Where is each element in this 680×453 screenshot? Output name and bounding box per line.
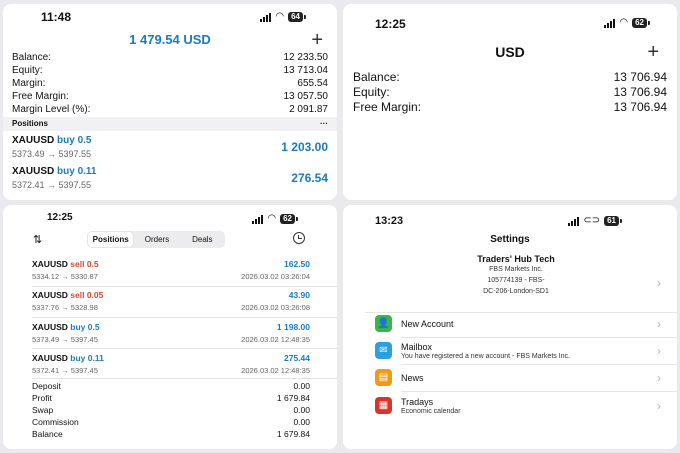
page-title: Settings bbox=[490, 234, 530, 245]
menu-item-mailbox[interactable]: ✉ Mailbox You have registered a new acco… bbox=[375, 339, 677, 363]
account-card[interactable]: Traders' Hub Tech FBS Markets Inc. 10577… bbox=[365, 254, 667, 312]
divider bbox=[401, 364, 677, 365]
link-icon: ⊂⊃ bbox=[583, 215, 601, 226]
divider bbox=[32, 378, 337, 379]
status-bar: 12:25 ◠ 62 bbox=[343, 4, 677, 31]
server-name: DC-206-London-SD1 bbox=[483, 288, 549, 295]
chevron-right-icon: › bbox=[657, 371, 661, 385]
add-icon[interactable]: + bbox=[647, 42, 659, 62]
position-profit: 276.54 bbox=[291, 171, 328, 185]
summary-row-swap: Swap 0.00 bbox=[32, 405, 310, 415]
floating-profit: 1 479.54 USD bbox=[129, 32, 211, 47]
status-bar: 11:48 ◠ 64 bbox=[3, 4, 337, 26]
trade-positions-panel: 12:25 ◠ 62 ⇅ Positions Orders Deals XAUU… bbox=[3, 205, 337, 449]
status-time: 11:48 bbox=[41, 10, 72, 24]
position-profit: 1 203.00 bbox=[281, 140, 328, 154]
signal-icon bbox=[252, 214, 264, 224]
account-row-free-margin: Free Margin: 13 057.50 bbox=[12, 91, 328, 102]
battery-icon: 64 bbox=[288, 12, 306, 22]
account-row-equity: Equity: 13 706.94 bbox=[353, 85, 667, 99]
signal-icon bbox=[604, 18, 616, 28]
currency-header: USD bbox=[495, 44, 525, 60]
divider bbox=[32, 317, 337, 318]
summary-row-balance: Balance 1 679.84 bbox=[32, 429, 310, 439]
status-bar: 13:23 ⊂⊃ 61 bbox=[343, 205, 677, 227]
position-item[interactable]: XAUUSD buy 0.11 5372.41 → 5397.55 276.54 bbox=[12, 166, 328, 192]
position-row[interactable]: XAUUSD buy 0.5 1 198.00 5373.49 → 5397.45… bbox=[32, 322, 310, 344]
wifi-icon: ◠ bbox=[275, 11, 285, 22]
battery-icon: 62 bbox=[632, 18, 650, 28]
status-time: 12:25 bbox=[375, 17, 406, 31]
battery-icon: 62 bbox=[280, 214, 298, 224]
divider bbox=[401, 391, 677, 392]
divider bbox=[401, 337, 677, 338]
signal-icon bbox=[568, 216, 580, 226]
position-row[interactable]: XAUUSD buy 0.11 275.44 5372.41 → 5397.45 2… bbox=[32, 353, 310, 375]
chevron-right-icon: › bbox=[657, 399, 661, 413]
divider bbox=[32, 348, 337, 349]
chevron-right-icon: › bbox=[657, 276, 661, 290]
account-row-equity: Equity: 13 713.04 bbox=[12, 65, 328, 76]
account-number: 105774139 - FBS- bbox=[487, 277, 545, 284]
person-add-icon: 👤 bbox=[375, 315, 392, 332]
usd-account-panel: 12:25 ◠ 62 USD + Balance: 13 706.94 Equit… bbox=[343, 4, 677, 200]
positions-section-header: Positions ··· bbox=[3, 117, 337, 131]
battery-icon: 61 bbox=[604, 216, 622, 226]
tab-orders[interactable]: Orders bbox=[134, 232, 179, 247]
account-row-balance: Balance: 13 706.94 bbox=[353, 70, 667, 84]
news-icon: ▤ bbox=[375, 369, 392, 386]
wifi-icon: ◠ bbox=[619, 17, 629, 28]
account-name: Traders' Hub Tech bbox=[477, 254, 555, 264]
tab-positions[interactable]: Positions bbox=[88, 232, 134, 247]
sort-icon[interactable]: ⇅ bbox=[33, 233, 42, 246]
status-bar: 12:25 ◠ 62 bbox=[3, 205, 337, 227]
summary-row-commission: Commission 0.00 bbox=[32, 417, 310, 427]
mail-icon: ✉ bbox=[375, 342, 392, 359]
account-summary-panel: 11:48 ◠ 64 1 479.54 USD + Balance: 12 233… bbox=[3, 4, 337, 200]
add-icon[interactable]: + bbox=[311, 30, 323, 50]
position-row[interactable]: XAUUSD sell 0.5 162.50 5334.12 → 5330.87 2… bbox=[32, 259, 310, 281]
chevron-right-icon: › bbox=[657, 344, 661, 358]
position-row[interactable]: XAUUSD sell 0.05 43.90 5337.76 → 5328.98 2… bbox=[32, 290, 310, 312]
status-time: 12:25 bbox=[47, 212, 73, 223]
menu-item-new-account[interactable]: 👤 New Account › bbox=[375, 312, 677, 336]
signal-icon bbox=[260, 12, 272, 22]
broker-name: FBS Markets Inc. bbox=[489, 266, 543, 273]
wifi-icon: ◠ bbox=[267, 213, 277, 224]
menu-item-tradays[interactable]: ▦ Tradays Economic calendar › bbox=[375, 394, 677, 418]
segmented-control: Positions Orders Deals bbox=[87, 231, 225, 248]
account-row-balance: Balance: 12 233.50 bbox=[12, 52, 328, 63]
account-row-margin-level: Margin Level (%): 2 091.87 bbox=[12, 104, 328, 115]
more-icon[interactable]: ··· bbox=[320, 119, 328, 129]
clock-icon[interactable] bbox=[293, 232, 305, 244]
summary-row-deposit: Deposit 0.00 bbox=[32, 381, 310, 391]
chevron-right-icon: › bbox=[657, 317, 661, 331]
account-row-free-margin: Free Margin: 13 706.94 bbox=[353, 100, 667, 114]
summary-row-profit: Profit 1 679.84 bbox=[32, 393, 310, 403]
menu-item-news[interactable]: ▤ News › bbox=[375, 366, 677, 390]
position-item[interactable]: XAUUSD buy 0.5 5373.49 → 5397.55 1 203.0… bbox=[12, 135, 328, 161]
status-time: 13:23 bbox=[375, 215, 404, 227]
tab-deals[interactable]: Deals bbox=[180, 232, 225, 247]
settings-panel: 13:23 ⊂⊃ 61 Settings Traders' Hub Tech F… bbox=[343, 205, 677, 449]
divider bbox=[32, 286, 337, 287]
calendar-icon: ▦ bbox=[375, 397, 392, 414]
account-row-margin: Margin: 655.54 bbox=[12, 78, 328, 89]
